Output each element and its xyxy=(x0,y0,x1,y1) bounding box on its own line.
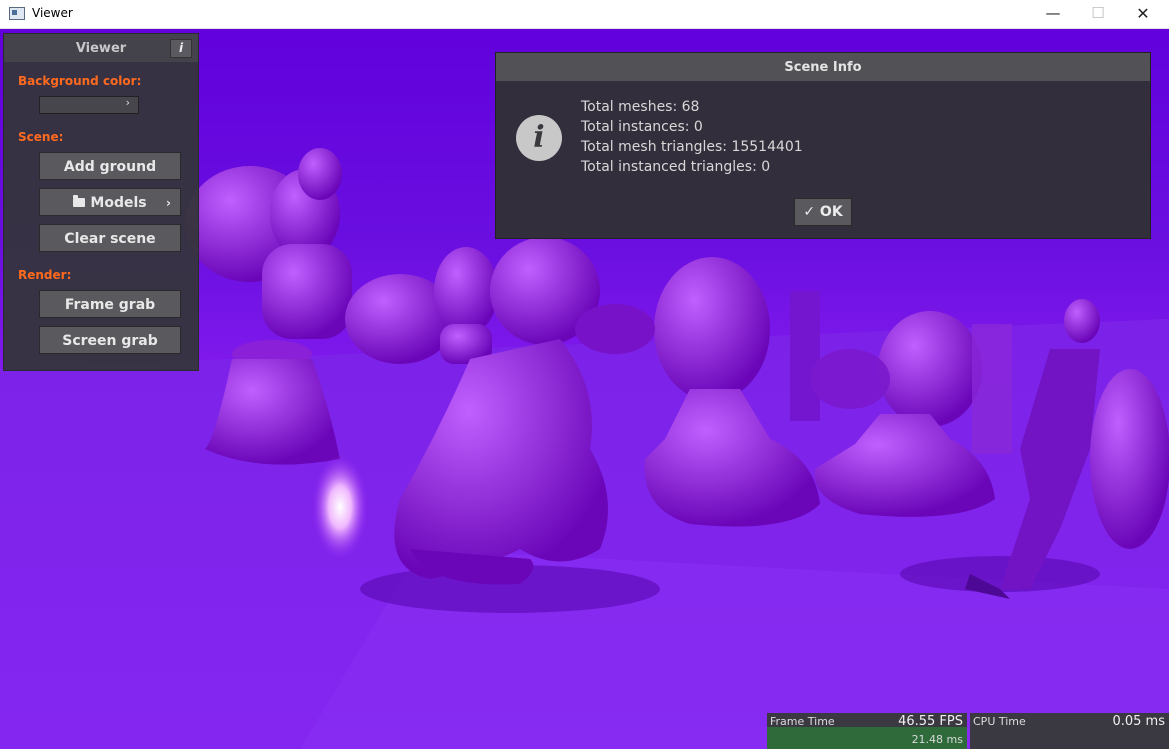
models-label: Models xyxy=(90,195,147,211)
total-meshes-text: Total meshes: 68 xyxy=(581,99,700,115)
add-ground-plane-button[interactable]: Add ground plane xyxy=(39,152,181,203)
background-color-label: Background color: xyxy=(18,74,142,88)
total-instances-text: Total instances: 0 xyxy=(581,119,703,135)
model-buddha xyxy=(185,148,352,339)
render-viewport[interactable]: Viewer i Background color: › Scene: Add … xyxy=(0,29,1169,749)
light-glow xyxy=(312,455,368,559)
scene-section-label: Scene: xyxy=(18,130,64,144)
frame-ms-value: 21.48 ms xyxy=(911,733,963,746)
app-window-icon xyxy=(9,7,25,20)
background-color-picker[interactable]: › xyxy=(39,96,139,114)
minimize-button[interactable]: — xyxy=(1030,0,1076,28)
clear-scene-button[interactable]: Clear scene xyxy=(39,224,181,252)
shadow xyxy=(900,556,1100,592)
frame-grab-button[interactable]: Frame grab xyxy=(39,290,181,318)
cpu-time-label: CPU Time xyxy=(973,715,1026,728)
chevron-right-icon: › xyxy=(166,196,171,210)
frame-time-label: Frame Time xyxy=(770,715,835,728)
models-button[interactable]: Models › xyxy=(39,188,181,216)
window-title: Viewer xyxy=(32,6,73,20)
total-instanced-triangles-text: Total instanced triangles: 0 xyxy=(581,159,771,175)
cpu-time-graph: CPU Time 0.05 ms xyxy=(970,713,1169,749)
panel-header: Viewer i xyxy=(4,34,198,62)
maximize-button[interactable]: ☐ xyxy=(1075,0,1121,28)
viewer-panel: Viewer i Background color: › Scene: Add … xyxy=(3,33,199,371)
frame-fps-value: 46.55 FPS xyxy=(898,714,963,729)
model-head-small xyxy=(434,247,498,364)
info-icon[interactable]: i xyxy=(170,39,192,58)
cpu-ms-value: 0.05 ms xyxy=(1112,714,1165,729)
screen-grab-button[interactable]: Screen grab xyxy=(39,326,181,354)
close-button[interactable]: ✕ xyxy=(1120,0,1166,28)
ok-button[interactable]: ✓ OK xyxy=(794,198,852,226)
total-mesh-triangles-text: Total mesh triangles: 15514401 xyxy=(581,139,803,155)
chevron-right-icon: › xyxy=(125,96,130,109)
panel-title: Viewer xyxy=(75,41,127,56)
render-section-label: Render: xyxy=(18,268,72,282)
dialog-title: Scene Info xyxy=(784,60,862,75)
folder-icon xyxy=(73,195,86,207)
frame-time-graph: Frame Time 46.55 FPS 21.48 ms xyxy=(767,713,967,749)
dialog-header: Scene Info xyxy=(496,53,1150,81)
info-circle-icon: i xyxy=(516,115,562,161)
scene-info-dialog: Scene Info i Total meshes: 68 Total inst… xyxy=(495,52,1151,239)
title-bar: Viewer — ☐ ✕ xyxy=(0,0,1169,29)
